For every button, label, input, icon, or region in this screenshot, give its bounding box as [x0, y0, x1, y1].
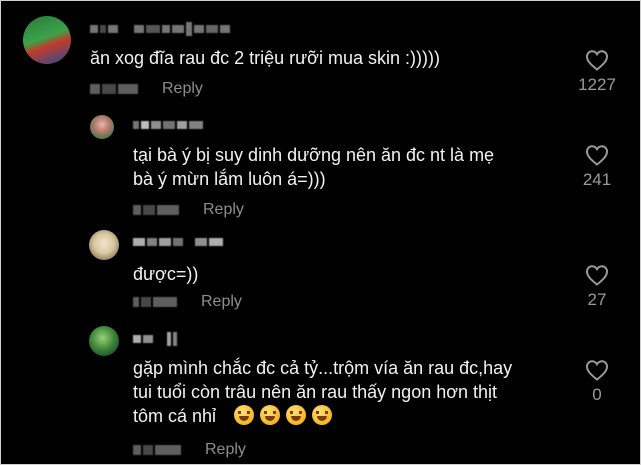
rofl-emoji-icon: [260, 405, 281, 425]
heart-outline-icon: [585, 145, 609, 166]
reply-button[interactable]: Reply: [162, 80, 203, 98]
comment-text: tại bà ý bị suy dinh dưỡng nên ăn đc nt …: [133, 145, 495, 189]
comment-meta: Reply: [90, 80, 203, 98]
like-count: 241: [582, 170, 612, 189]
avatar[interactable]: [89, 230, 119, 260]
heart-outline-icon: [585, 360, 609, 381]
comment-meta: Reply: [133, 201, 244, 219]
reply-button[interactable]: Reply: [203, 201, 244, 219]
comment-meta: Reply: [133, 441, 246, 459]
comments-panel: ăn xog đĩa rau đc 2 triệu rưỡi mua skin …: [0, 0, 641, 465]
username-blurred[interactable]: [133, 238, 223, 246]
like-count: 0: [592, 385, 602, 404]
comment-text: được=)): [133, 264, 199, 284]
username-blurred[interactable]: [90, 22, 230, 36]
avatar[interactable]: [89, 326, 119, 356]
rofl-emoji-icon: [286, 405, 307, 425]
reply-button[interactable]: Reply: [205, 441, 246, 459]
comment-date-blurred: [133, 445, 181, 455]
username-blurred[interactable]: [133, 121, 203, 129]
like-count: 1227: [578, 75, 616, 94]
rofl-emoji-icon: [312, 405, 333, 425]
like-button[interactable]: 241: [567, 144, 627, 190]
like-button[interactable]: 1227: [567, 49, 627, 95]
rofl-emoji-icon: [234, 405, 255, 425]
comment-text: ăn xog đĩa rau đc 2 triệu rưỡi mua skin …: [90, 48, 440, 68]
reply-button[interactable]: Reply: [201, 293, 242, 311]
comment-date-blurred: [90, 84, 138, 94]
avatar[interactable]: [90, 115, 114, 139]
comment-date-blurred: [133, 297, 177, 307]
comment-date-blurred: [133, 205, 179, 215]
heart-outline-icon: [585, 265, 609, 286]
comment-meta: Reply: [133, 293, 242, 311]
username-blurred[interactable]: [133, 332, 177, 346]
like-button[interactable]: 27: [567, 264, 627, 310]
avatar[interactable]: [23, 16, 71, 64]
like-count: 27: [587, 290, 607, 309]
comment-text: gặp mình chắc đc cả tỷ...trộm vía ăn rau…: [133, 358, 513, 426]
like-button[interactable]: 0: [567, 359, 627, 405]
heart-outline-icon: [585, 50, 609, 71]
